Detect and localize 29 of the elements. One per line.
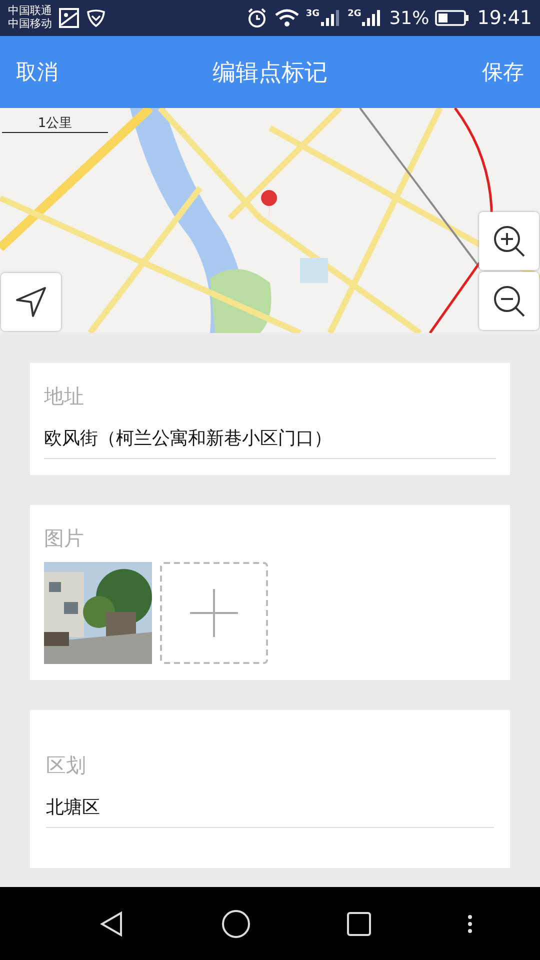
carrier-name: 中国移动	[8, 18, 52, 31]
shield-icon	[86, 8, 106, 28]
zoom-in-button[interactable]	[479, 212, 539, 270]
input-field[interactable]: 北塘区	[46, 789, 494, 828]
plus-icon	[188, 587, 240, 639]
network-type: 2G	[348, 9, 362, 19]
field-label: 图片	[44, 525, 85, 552]
image-icon	[58, 7, 80, 29]
clock-time: 19:41	[477, 7, 532, 29]
wifi-icon	[274, 8, 300, 28]
recent-apps-icon[interactable]	[346, 910, 372, 936]
alarm-clock-icon	[246, 7, 268, 29]
page-title: 编辑点标记	[212, 58, 328, 88]
field-label: 区划	[46, 752, 87, 779]
zoom-in-icon	[492, 224, 526, 258]
home-icon[interactable]	[220, 908, 250, 938]
scale-label: 1公里	[38, 116, 72, 131]
locate-button[interactable]	[1, 273, 61, 331]
zoom-out-button[interactable]	[479, 272, 539, 330]
more-icon[interactable]	[466, 914, 472, 934]
input-field[interactable]: 欧风街（柯兰公寓和新巷小区门口）	[44, 420, 496, 459]
battery-percent: 31%	[389, 8, 430, 28]
zoom-out-icon	[492, 284, 526, 318]
signal-icon	[320, 9, 342, 27]
field-label: 地址	[44, 383, 85, 410]
carrier-name: 中国联通	[8, 5, 52, 18]
battery-icon	[435, 9, 470, 27]
navigation-arrow-icon	[14, 285, 48, 319]
network-type: 3G	[306, 9, 320, 19]
